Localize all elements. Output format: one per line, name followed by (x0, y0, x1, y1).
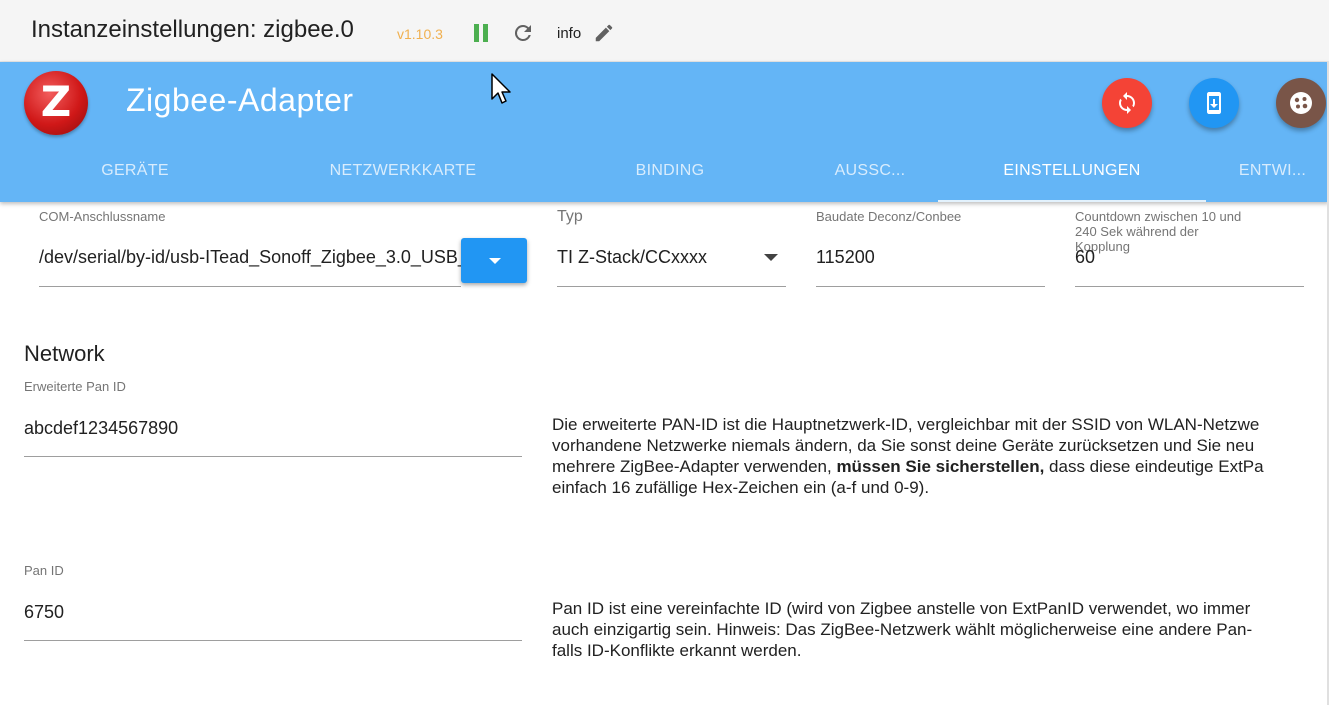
ext-pan-id-description: Die erweiterte PAN-ID ist die Hauptnetzw… (552, 414, 1329, 498)
baudrate-label: Baudate Deconz/Conbee (816, 209, 962, 224)
page-title: Instanzeinstellungen: zigbee.0 (31, 16, 354, 43)
pan-id-label: Pan ID (24, 563, 64, 578)
download-button[interactable] (1189, 78, 1239, 128)
version-label: v1.10.3 (397, 26, 443, 42)
desc-line: Pan ID ist eine vereinfachte ID (wird vo… (552, 599, 1251, 618)
desc-line: auch einzigartig sein. Hinweis: Das ZigB… (552, 620, 1253, 639)
tab-settings[interactable]: EINSTELLUNGEN (938, 154, 1206, 202)
instance-settings-page: Instanzeinstellungen: zigbee.0 v1.10.3 i… (0, 0, 1329, 705)
countdown-input[interactable]: 60 (1075, 247, 1304, 268)
com-port-dropdown-button[interactable] (461, 238, 527, 283)
pan-id-input[interactable]: 6750 (24, 602, 522, 623)
cookie-button[interactable] (1276, 78, 1326, 128)
zigbee-logo: Z (24, 71, 88, 135)
com-port-label: COM-Anschlussname (39, 209, 166, 224)
cookie-icon (1290, 92, 1312, 114)
tab-bar: GERÄTE NETZWERKKARTE BINDING AUSSC... EI… (0, 154, 1329, 202)
pan-id-description: Pan ID ist eine vereinfachte ID (wird vo… (552, 598, 1329, 661)
countdown-label-line: Countdown zwischen 10 und (1075, 209, 1242, 224)
refresh-icon[interactable] (511, 21, 535, 45)
desc-emphasis: müssen Sie sicherstellen, (836, 457, 1045, 476)
desc-line: vorhandene Netzwerke niemals ändern, da … (552, 436, 1255, 455)
com-port-underline (39, 286, 461, 287)
logo-letter: Z (40, 77, 72, 126)
tab-devices[interactable]: GERÄTE (40, 154, 230, 202)
tab-binding[interactable]: BINDING (570, 154, 770, 202)
desc-line: Die erweiterte PAN-ID ist die Hauptnetzw… (552, 415, 1260, 434)
desc-line: falls ID-Konflikte erkannt werden. (552, 641, 802, 660)
ext-pan-id-input[interactable]: abcdef1234567890 (24, 418, 522, 439)
title-bar: Instanzeinstellungen: zigbee.0 v1.10.3 i… (0, 0, 1329, 62)
countdown-label-line: 240 Sek während der (1075, 224, 1199, 239)
network-section-title: Network (24, 341, 105, 366)
com-port-input[interactable]: /dev/serial/by-id/usb-ITead_Sonoff_Zigbe… (39, 247, 461, 268)
countdown-underline (1075, 286, 1304, 287)
desc-line: einfach 16 zufällige Hex-Zeichen ein (a-… (552, 478, 930, 497)
pan-id-underline (24, 640, 522, 641)
tab-exclude[interactable]: AUSSC... (800, 154, 940, 202)
caret-down-icon (489, 258, 501, 264)
sync-button[interactable] (1102, 78, 1152, 128)
tab-network-map[interactable]: NETZWERKKARTE (290, 154, 516, 202)
type-underline (557, 286, 786, 287)
loglevel-label[interactable]: info (557, 25, 581, 42)
active-tab-indicator (938, 200, 1206, 202)
phone-download-icon (1207, 92, 1221, 114)
ext-pan-id-underline (24, 456, 522, 457)
desc-text: dass diese eindeutige ExtPa (1044, 457, 1264, 476)
tab-developer[interactable]: ENTWI... (1220, 154, 1325, 202)
select-arrow-icon[interactable] (764, 254, 778, 261)
sync-icon (1119, 92, 1135, 114)
ext-pan-id-label: Erweiterte Pan ID (24, 379, 126, 394)
adapter-header: Z Zigbee-Adapter GERÄTE NETZWERKKARTE BI… (0, 62, 1329, 202)
baudrate-input[interactable]: 115200 (816, 247, 1045, 268)
type-label: Typ (557, 208, 583, 225)
type-select[interactable]: TI Z-Stack/CCxxxx (557, 247, 757, 268)
desc-text: mehrere ZigBee-Adapter verwenden, (552, 457, 837, 476)
baudrate-underline (816, 286, 1045, 287)
adapter-title: Zigbee-Adapter (126, 82, 354, 118)
pencil-icon[interactable] (593, 22, 615, 44)
pause-icon[interactable] (473, 24, 489, 42)
desc-line: mehrere ZigBee-Adapter verwenden, müssen… (552, 456, 1329, 477)
mouse-cursor-icon (491, 73, 511, 104)
